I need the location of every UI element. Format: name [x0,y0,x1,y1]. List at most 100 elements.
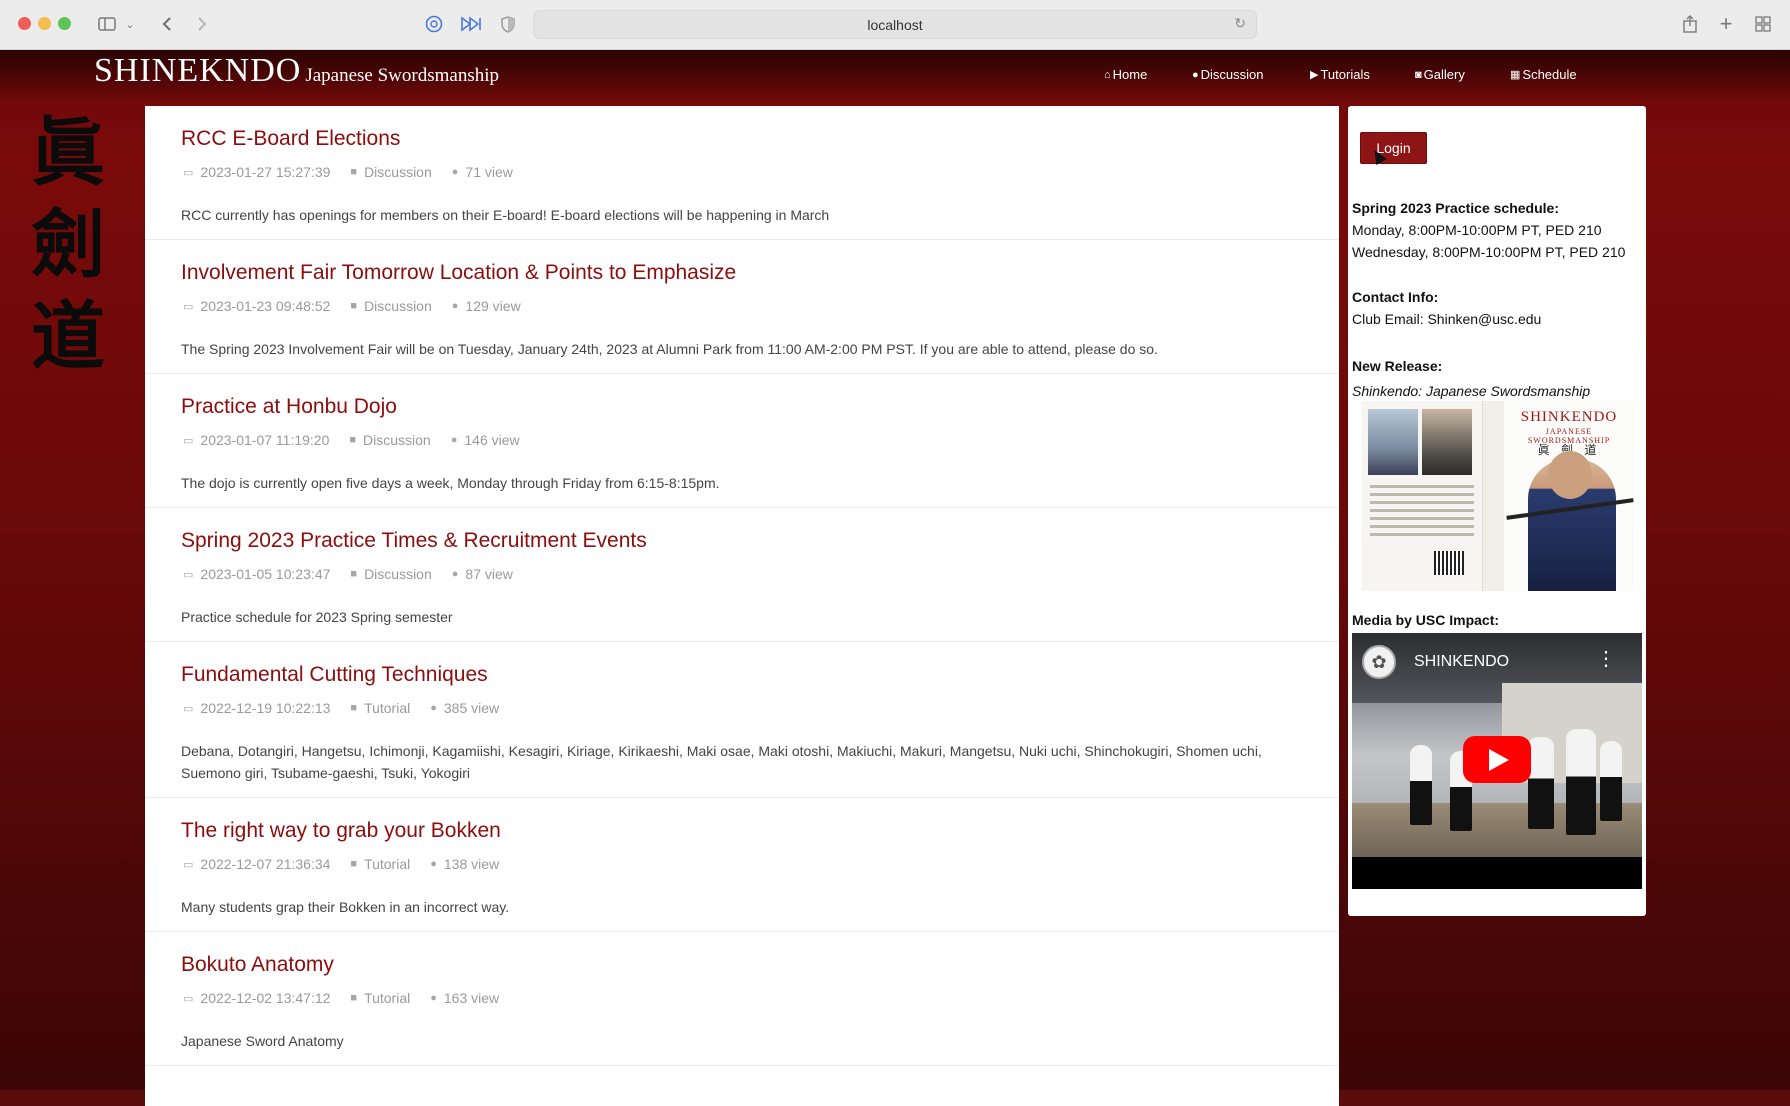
more-options-icon[interactable]: ⋮ [1596,649,1616,669]
post-category[interactable]: Tutorial [364,990,410,1006]
calendar-icon: ▭ [183,992,194,1005]
brand-title: SHINEKNDO [94,52,302,89]
post-title[interactable]: Bokuto Anatomy [181,953,334,977]
kanji-char: 道 [31,294,105,380]
post-date: 2023-01-07 11:19:20 [200,432,330,448]
post-title[interactable]: RCC E-Board Elections [181,127,400,151]
login-button[interactable]: Login [1360,132,1427,164]
post-list: RCC E-Board Elections ▭ 2023-01-27 15:27:… [145,106,1339,1106]
schedule-line: Monday, 8:00PM-10:00PM PT, PED 210 [1352,222,1602,238]
post-views: 146 view [464,432,520,448]
post-excerpt: Debana, Dotangiri, Hangetsu, Ichimonji, … [181,743,1262,781]
nav-discussion[interactable]: ● Discussion [1192,67,1264,82]
post-views: 87 view [465,566,513,582]
post-category[interactable]: Tutorial [364,700,410,716]
post-item: The right way to grab your Bokken ▭ 2022-… [145,798,1339,932]
fire-icon: ● [450,434,458,446]
post-title[interactable]: Fundamental Cutting Techniques [181,663,488,687]
book-cover-image[interactable]: SHINKENDO JAPANESE SWORDSMANSHIP 眞 劍 道 [1362,401,1634,591]
post-title[interactable]: Involvement Fair Tomorrow Location & Poi… [181,261,736,285]
post-category[interactable]: Discussion [363,432,431,448]
post-category[interactable]: Discussion [364,164,432,180]
video-title[interactable]: SHINKENDO [1414,653,1509,671]
post-item: RCC E-Board Elections ▭ 2023-01-27 15:27:… [145,106,1339,240]
nav-gallery[interactable]: ◙ Gallery [1415,67,1465,82]
post-meta: ▭ 2023-01-23 09:48:52 ■ Discussion ● 129 vi… [183,298,521,314]
share-icon[interactable] [1680,12,1700,36]
post-views: 163 view [443,990,500,1006]
post-title[interactable]: The right way to grab your Bokken [181,819,501,843]
kanji-logo: 眞 劍 道 [26,107,110,383]
folder-icon: ■ [350,166,358,178]
nav-home[interactable]: ⌂ Home [1104,67,1147,82]
post-category[interactable]: Tutorial [364,856,410,872]
book-back-cover [1362,401,1482,591]
post-date: 2023-01-23 09:48:52 [200,298,331,314]
youtube-video-embed[interactable]: ✿ SHINKENDO ⋮ [1352,633,1642,889]
post-views: 385 view [443,700,500,716]
media-icon[interactable] [459,12,483,36]
site-brand[interactable]: SHINEKNDO Japanese Swordsmanship [94,52,499,90]
post-date: 2022-12-19 10:22:13 [200,700,331,716]
nav-schedule-label: Schedule [1522,67,1577,82]
post-title[interactable]: Spring 2023 Practice Times & Recruitment… [181,529,647,553]
video-person [1600,741,1622,821]
contact-heading: Contact Info: [1352,289,1439,305]
sidebar-toggle-icon[interactable] [96,12,118,36]
calendar-icon: ▭ [183,166,194,179]
close-window-button[interactable] [18,17,31,30]
book-spine [1482,401,1506,591]
post-excerpt: Many students grap their Bokken in an in… [181,899,510,915]
privacy-shield-icon[interactable] [498,12,518,36]
extension-icon[interactable] [423,12,445,36]
video-scene-floor [1352,803,1642,857]
fire-icon: ● [430,702,437,714]
contact-email: Club Email: Shinken@usc.edu [1352,311,1542,327]
fire-icon: ● [451,300,459,312]
post-date: 2022-12-07 21:36:34 [200,856,331,872]
brand-subtitle: Japanese Swordsmanship [305,65,499,86]
post-meta: ▭ 2023-01-05 10:23:47 ■ Discussion ● 87 vie… [183,566,513,582]
forward-icon[interactable] [193,12,211,36]
book-text-line [1370,509,1474,512]
post-views: 129 view [465,298,521,314]
nav-discussion-label: Discussion [1200,67,1264,82]
zoom-window-button[interactable] [58,17,71,30]
minimize-window-button[interactable] [38,17,51,30]
chevron-down-icon[interactable]: ⌄ [124,12,136,36]
fire-icon: ● [451,568,459,580]
book-text-line [1370,493,1474,496]
post-category[interactable]: Discussion [364,298,432,314]
media-heading: Media by USC Impact: [1352,612,1500,628]
kanji-char: 眞 [31,110,105,196]
post-date: 2023-01-27 15:27:39 [200,164,331,180]
nav-tutorials[interactable]: ▶ Tutorials [1310,67,1370,82]
book-front-cover: SHINKENDO JAPANESE SWORDSMANSHIP 眞 劍 道 [1504,401,1634,591]
post-item: Practice at Honbu Dojo ▭ 2023-01-07 11:19… [145,374,1339,508]
book-text-line [1370,485,1474,488]
post-meta: ▭ 2023-01-27 15:27:39 ■ Discussion ● 71 vie… [183,164,513,180]
post-excerpt: The Spring 2023 Involvement Fair will be… [181,341,1158,357]
home-icon: ⌂ [1104,68,1111,81]
reload-icon[interactable]: ↻ [1234,15,1246,32]
nav-gallery-label: Gallery [1423,67,1465,82]
address-bar[interactable]: localhost ↻ [533,10,1257,39]
nav-schedule[interactable]: ▦ Schedule [1510,67,1577,82]
back-icon[interactable] [158,12,176,36]
url-text: localhost [867,17,923,33]
calendar-icon: ▦ [1510,69,1521,81]
site-navbar: SHINEKNDO Japanese Swordsmanship ⌂ Home ● D… [0,50,1790,100]
video-icon: ▶ [1310,69,1319,81]
post-category[interactable]: Discussion [364,566,432,582]
post-date: 2023-01-05 10:23:47 [200,566,331,582]
channel-logo-icon[interactable]: ✿ [1362,645,1396,679]
sidebar: Login Spring 2023 Practice schedule: Mon… [1348,106,1646,916]
folder-icon: ■ [350,992,358,1004]
calendar-icon: ▭ [183,858,194,871]
post-title[interactable]: Practice at Honbu Dojo [181,395,397,419]
tab-overview-icon[interactable] [1753,12,1773,36]
calendar-icon: ▭ [183,300,194,313]
play-button[interactable] [1463,736,1531,783]
new-tab-icon[interactable]: + [1716,11,1736,36]
release-heading: New Release: [1352,358,1443,374]
